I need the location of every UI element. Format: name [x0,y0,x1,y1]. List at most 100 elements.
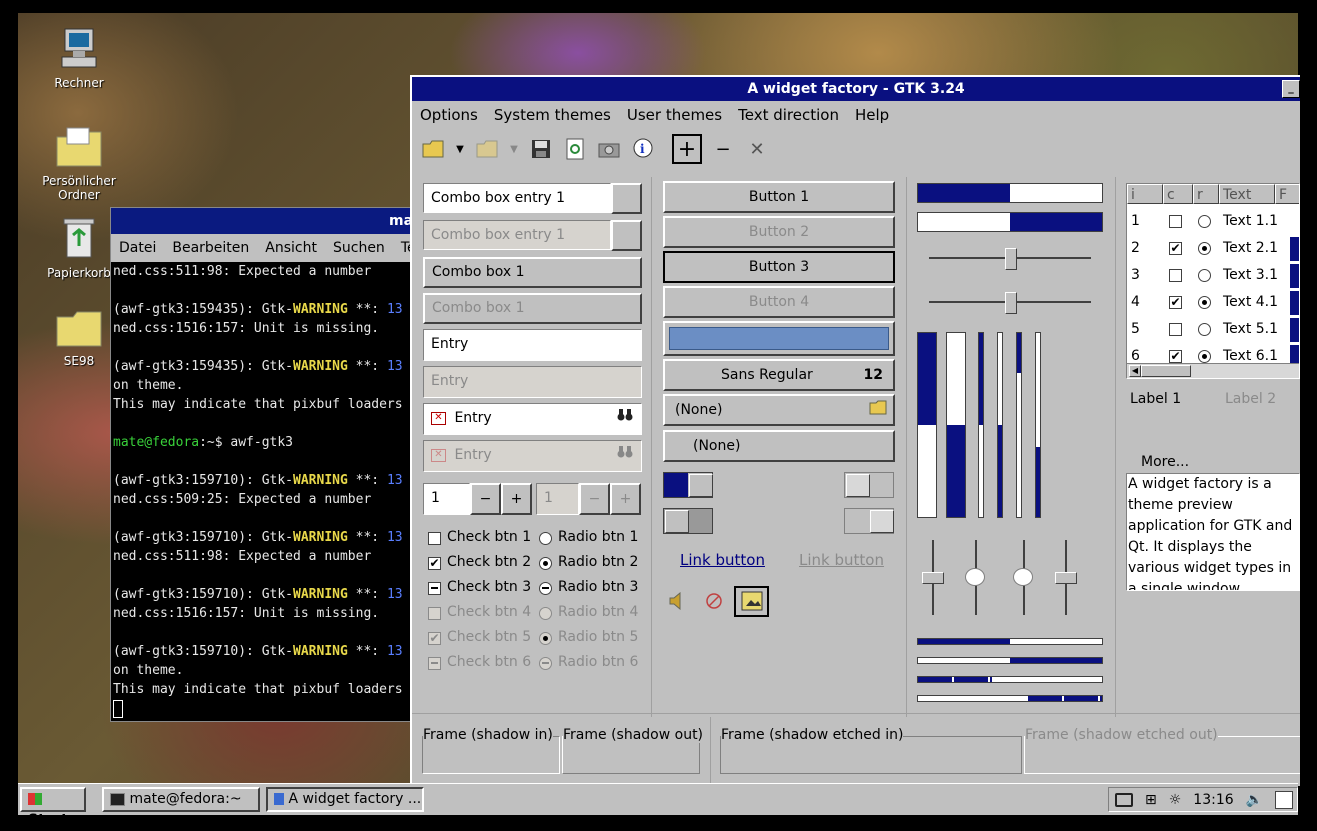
binoculars-icon[interactable] [617,404,633,432]
checkbox-label: Check btn 3 [447,579,532,595]
spin-increment[interactable]: + [501,483,532,515]
volume-icon[interactable]: 🔈 [1246,792,1263,808]
clear-icon[interactable]: ✕ [431,411,446,425]
menu-view[interactable]: Ansicht [257,240,325,256]
brightness-icon[interactable]: ☼ [1169,792,1182,808]
scroll-thumb[interactable] [1141,365,1191,377]
tree-checkbox[interactable]: ✔ [1169,350,1182,363]
tree-checkbox[interactable] [1169,323,1182,336]
tree-column-header[interactable]: c [1163,184,1193,204]
tree-radio[interactable] [1198,242,1211,255]
tree-checkbox[interactable] [1169,269,1182,282]
tree-row[interactable]: 3 Text 3.1 [1127,262,1299,289]
menu-file[interactable]: Datei [111,240,164,256]
menu-search[interactable]: Suchen [325,240,393,256]
spin-decrement[interactable]: − [470,483,501,515]
menu-text-direction[interactable]: Text direction [730,106,847,124]
scroll-left-arrow[interactable]: ◀ [1129,365,1141,377]
file-chooser-button-2[interactable]: (None) [663,430,895,462]
tree-radio[interactable] [1198,323,1211,336]
open-folder-icon[interactable] [420,136,446,162]
color-button[interactable] [663,321,895,356]
file-chooser-button[interactable]: (None) [663,394,895,426]
spin-button[interactable]: 1 [423,483,470,515]
v-scale-1-slider[interactable] [922,572,944,584]
h-scale-2-slider[interactable] [1005,292,1017,314]
v-scale-4-slider[interactable] [1055,572,1077,584]
checkbox[interactable] [428,582,441,595]
clock[interactable]: 13:16 [1193,792,1233,808]
dropdown-arrow-dim-icon[interactable]: ▼ [508,136,520,162]
image-toggle-button[interactable] [734,586,769,617]
tree-column-header[interactable]: Text [1219,184,1275,204]
h-scale-1-slider[interactable] [1005,248,1017,270]
expander[interactable]: More... [1141,454,1189,470]
info-icon[interactable]: i [630,136,656,162]
widget-factory-window[interactable]: A widget factory - GTK 3.24 _ Options Sy… [410,75,1300,786]
tree-column-header[interactable]: r [1193,184,1219,204]
tree-radio[interactable] [1198,296,1211,309]
tree-row[interactable]: 1 Text 1.1 [1127,208,1299,235]
menu-options[interactable]: Options [412,106,486,124]
checkbox[interactable] [428,532,441,545]
button-1[interactable]: Button 1 [663,181,895,213]
camera-icon[interactable] [596,136,622,162]
link-button[interactable]: Link button [680,551,765,569]
refresh-document-icon[interactable] [562,136,588,162]
tree-radio[interactable] [1198,350,1211,363]
tree-column-header[interactable]: F [1275,184,1299,204]
tree-view[interactable]: i c r Text F 1 Text 1.1 2 ✔ Text 2.1 3 Text 3.1 4 ✔ T… [1126,183,1300,379]
tree-scrollbar-h[interactable]: ◀ [1127,363,1299,378]
text-view[interactable]: A widget factory is a theme preview appl… [1126,473,1300,591]
toggle-switch-2-off[interactable] [663,508,713,534]
menu-system-themes[interactable]: System themes [486,106,619,124]
entry-with-icons[interactable]: ✕ Entry [423,403,642,435]
combo-entry[interactable]: Combo box entry 1 [423,183,611,213]
task-terminal[interactable]: mate@fedora:~ [102,787,260,812]
remove-button[interactable]: − [710,136,736,162]
task-widget-factory[interactable]: A widget factory ... [266,787,424,812]
tree-column-header[interactable]: i [1127,184,1163,204]
font-button[interactable]: Sans Regular 12 [663,359,895,391]
button-3[interactable]: Button 3 [663,251,895,283]
radio-button[interactable] [539,557,552,570]
tree-row[interactable]: 2 ✔ Text 2.1 [1127,235,1299,262]
entry[interactable]: Entry [423,329,642,361]
tree-checkbox[interactable]: ✔ [1169,242,1182,255]
minimize-button[interactable]: _ [1282,80,1300,98]
tree-checkbox[interactable] [1169,215,1182,228]
dropdown-arrow-icon[interactable]: ▼ [454,136,466,162]
menu-edit[interactable]: Bearbeiten [164,240,257,256]
tree-checkbox[interactable]: ✔ [1169,296,1182,309]
window-titlebar[interactable]: A widget factory - GTK 3.24 _ [412,77,1300,101]
keyboard-icon[interactable] [1115,792,1133,807]
checkbox[interactable]: ✔ [428,557,441,570]
save-icon[interactable] [528,136,554,162]
tree-row[interactable]: 4 ✔ Text 4.1 [1127,289,1299,316]
notes-icon[interactable] [1275,790,1294,809]
combo-box[interactable]: Combo box 1 [423,257,642,288]
tree-radio[interactable] [1198,269,1211,282]
open-folder-dim-icon[interactable] [474,136,500,162]
tree-row[interactable]: 5 Text 5.1 [1127,316,1299,343]
toggle-switch-on[interactable] [663,472,713,498]
muted-icon[interactable] [705,592,725,614]
add-button[interactable]: + [672,134,702,164]
radio-button[interactable] [539,582,552,595]
network-icon[interactable]: ⊞ [1145,792,1157,808]
radio-button[interactable] [539,532,552,545]
v-scale-2-knob[interactable] [965,568,985,586]
speaker-icon[interactable] [668,591,688,614]
menu-help[interactable]: Help [847,106,897,124]
v-scale-3-knob[interactable] [1013,568,1033,586]
toggle-switch-off[interactable] [844,472,894,498]
file-chooser-2-text: (None) [693,438,741,454]
close-button[interactable]: ✕ [744,136,770,162]
desktop-icon-computer[interactable]: Rechner [29,27,129,90]
desktop-icon-home[interactable]: Persönlicher Ordner [29,125,129,202]
start-button[interactable]: Start [20,787,86,828]
menu-user-themes[interactable]: User themes [619,106,730,124]
separator [651,177,652,717]
combo-entry-dropdown[interactable] [611,183,642,214]
tree-radio[interactable] [1198,215,1211,228]
